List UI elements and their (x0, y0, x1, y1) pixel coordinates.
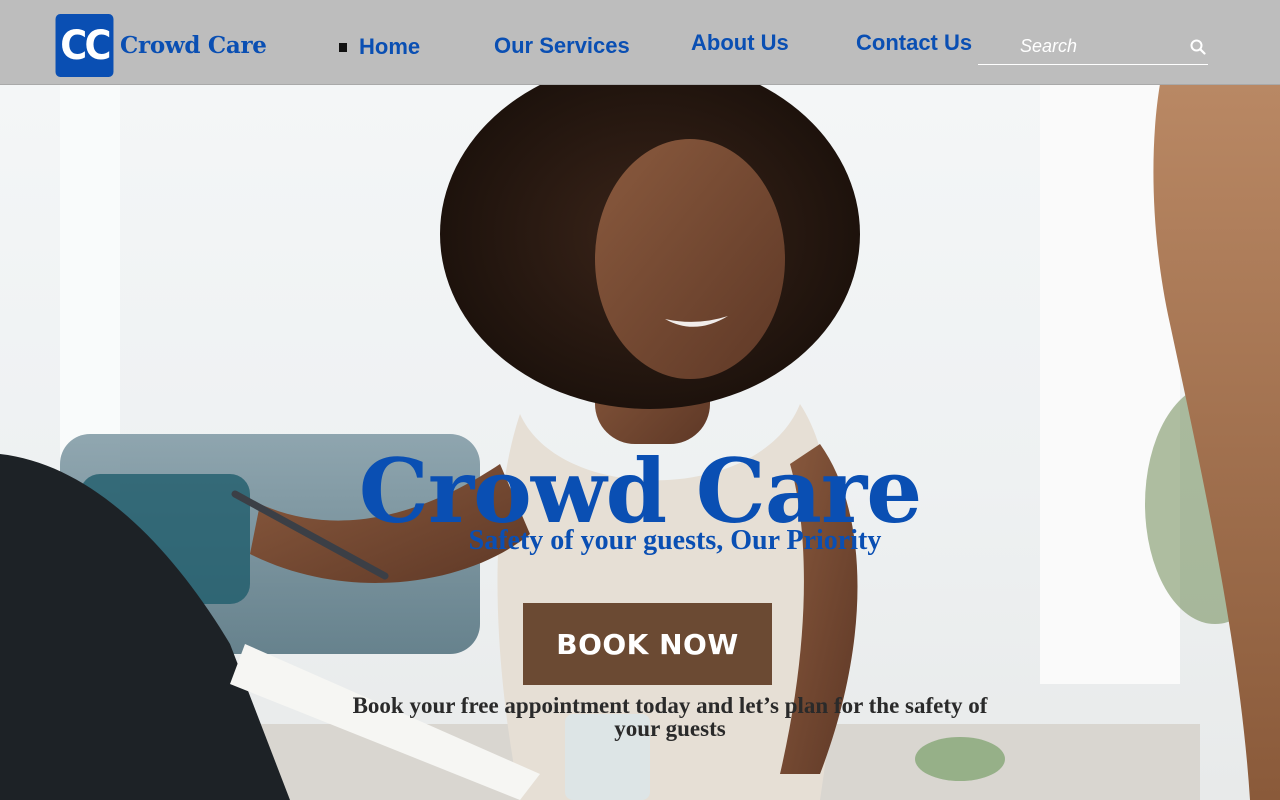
page: CC Crowd Care Home Our Services About Us… (0, 0, 1280, 800)
book-now-button[interactable]: BOOK NOW (523, 603, 772, 685)
search-bar (978, 30, 1208, 65)
hero-section: Crowd Care Safety of your guests, Our Pr… (0, 84, 1280, 800)
active-bullet-icon (339, 42, 347, 52)
nav-our-services[interactable]: Our Services (494, 33, 630, 59)
logo-text: Crowd Care (120, 32, 267, 59)
logo-mark: CC (55, 14, 114, 77)
search-icon[interactable] (1188, 37, 1208, 57)
nav-home-label: Home (359, 34, 421, 59)
hero-cta-text: Book your free appointment today and let… (352, 693, 988, 741)
hero-subtitle: Safety of your guests, Our Priority (468, 525, 882, 556)
nav-about-us[interactable]: About Us (691, 30, 789, 56)
nav-home[interactable]: Home (339, 34, 420, 60)
logo-link[interactable]: CC Crowd Care (53, 14, 267, 77)
nav-contact-us[interactable]: Contact Us (856, 30, 972, 56)
search-input[interactable] (1020, 33, 1170, 59)
site-header: CC Crowd Care Home Our Services About Us… (0, 0, 1280, 85)
